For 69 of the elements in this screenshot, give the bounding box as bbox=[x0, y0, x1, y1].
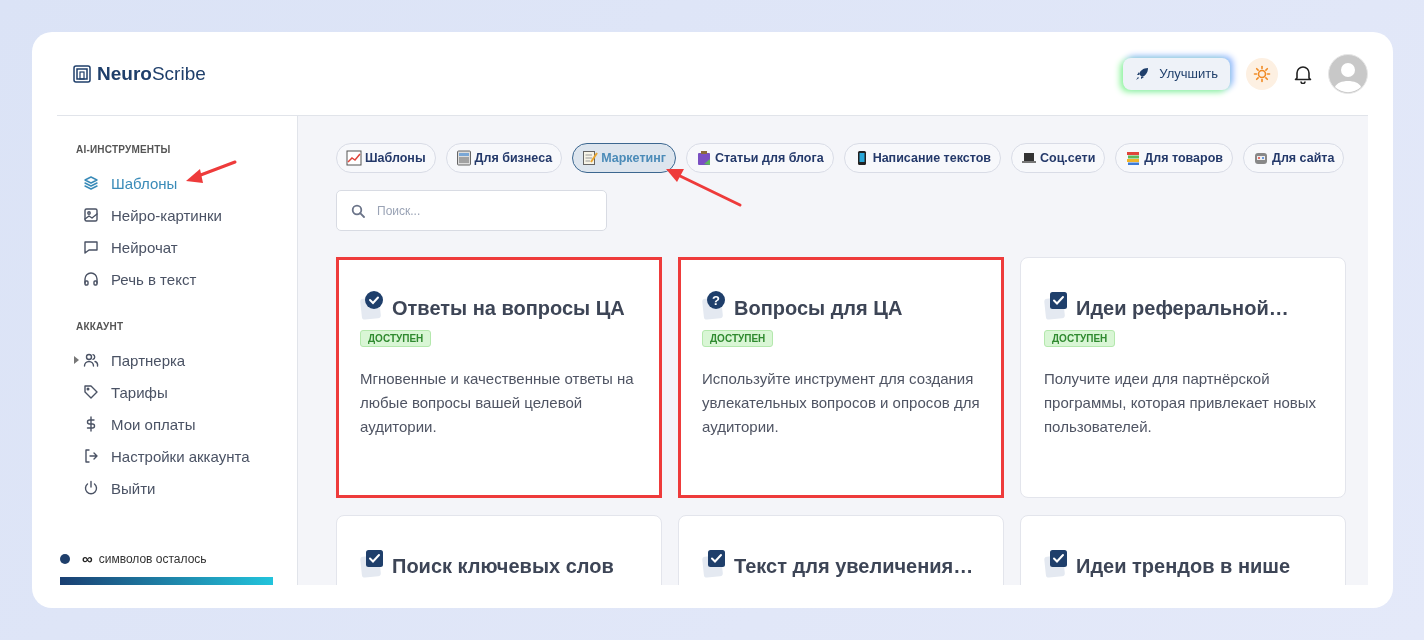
theme-toggle-button[interactable] bbox=[1246, 57, 1278, 90]
status-dot-icon bbox=[60, 553, 70, 564]
rocket-icon bbox=[1135, 66, 1150, 81]
credits-label: символов осталось bbox=[98, 551, 207, 566]
logout-icon bbox=[83, 448, 99, 464]
newspaper-icon bbox=[455, 150, 472, 166]
headphones-icon bbox=[83, 271, 99, 287]
sidebar-item[interactable]: Мои оплаты bbox=[83, 415, 196, 433]
section-heading: АККАУНТ bbox=[76, 321, 125, 332]
power-icon bbox=[83, 480, 99, 496]
category-tab[interactable]: Для сайта bbox=[1243, 143, 1345, 173]
template-card[interactable]: Ответы на вопросы ЦА ДОСТУПЕН Мгновенные и качественные ответы на любые вопросы вашей целевой аудитории. bbox=[336, 257, 662, 498]
status-badge: ДОСТУПЕН bbox=[702, 330, 774, 347]
layers-icon bbox=[83, 175, 99, 191]
credits-amount: ∞ bbox=[82, 550, 93, 567]
template-card[interactable]: ? Вопросы для ЦА ДОСТУПЕН Используйте инструмент для создания увлекательных вопросов и опросов для аудитории. bbox=[678, 257, 1004, 498]
checkmark-icon bbox=[1044, 548, 1070, 578]
checkmark-icon bbox=[1044, 290, 1070, 320]
template-card[interactable]: Текст для увеличения… bbox=[678, 515, 1004, 585]
checkmark-icon bbox=[702, 548, 728, 578]
upgrade-button[interactable]: Улучшить bbox=[1123, 57, 1230, 90]
sidebar-item[interactable]: Речь в текст bbox=[83, 270, 197, 288]
card-title: Поиск ключевых слов bbox=[392, 555, 614, 578]
category-tab[interactable]: Написание текстов bbox=[843, 143, 1001, 173]
sidebar-item[interactable]: Выйти bbox=[83, 479, 156, 497]
category-tab[interactable]: Для товаров bbox=[1115, 143, 1233, 173]
logo-icon bbox=[73, 64, 91, 83]
books-icon bbox=[1125, 150, 1142, 166]
clipboard-icon bbox=[695, 150, 712, 166]
category-tab[interactable]: Для бизнеса bbox=[445, 143, 563, 173]
logo-text: NeuroScribe bbox=[97, 62, 206, 85]
bell-icon[interactable] bbox=[1294, 63, 1312, 84]
sidebar-item[interactable]: Тарифы bbox=[83, 383, 168, 401]
card-title: Идеи реферальной… bbox=[1076, 297, 1289, 320]
tag-icon bbox=[83, 384, 99, 400]
laptop-icon bbox=[1020, 150, 1037, 166]
sidebar-item[interactable]: Настройки аккаунта bbox=[83, 447, 250, 465]
category-tab[interactable]: Шаблоны bbox=[336, 143, 436, 173]
card-description: Мгновенные и качественные ответы на любые вопросы вашей целевой аудитории. bbox=[360, 369, 635, 437]
template-card[interactable]: Идеи реферальной… ДОСТУПЕН Получите идеи для партнёрской программы, которая привлекает новых пользователей. bbox=[1020, 257, 1346, 498]
card-title: Вопросы для ЦА bbox=[734, 297, 903, 320]
sidebar-item[interactable]: Нейрочат bbox=[83, 238, 178, 256]
search-field[interactable]: Поиск... bbox=[336, 190, 607, 231]
card-title: Текст для увеличения… bbox=[734, 555, 974, 578]
card-title: Идеи трендов в нише bbox=[1076, 555, 1291, 578]
status-badge: ДОСТУПЕН bbox=[1044, 330, 1116, 347]
template-card[interactable]: Поиск ключевых слов bbox=[336, 515, 662, 585]
robot-icon bbox=[1253, 150, 1269, 166]
caret-icon[interactable] bbox=[74, 356, 79, 364]
chat-icon bbox=[83, 239, 99, 255]
card-description: Получите идеи для партнёрской программы, которая привлекает новых пользователей. bbox=[1044, 369, 1318, 437]
card-title: Ответы на вопросы ЦА bbox=[392, 297, 625, 320]
annotation-arrow bbox=[186, 160, 237, 183]
users-icon bbox=[83, 352, 99, 368]
sun-icon bbox=[1253, 64, 1271, 83]
notepad-icon bbox=[582, 150, 599, 166]
image-icon bbox=[83, 207, 99, 223]
checkmark-icon bbox=[360, 548, 386, 578]
sidebar-item[interactable]: Шаблоны bbox=[83, 174, 178, 192]
category-tab[interactable]: Статьи для блога bbox=[685, 143, 834, 173]
checkmark-icon bbox=[360, 290, 386, 320]
template-card[interactable]: Идеи трендов в нише bbox=[1020, 515, 1346, 585]
sidebar-item[interactable]: Нейро-картинки bbox=[83, 206, 222, 224]
category-tab[interactable]: Соц.сети bbox=[1010, 143, 1106, 173]
chart-icon bbox=[346, 150, 362, 166]
status-badge: ДОСТУПЕН bbox=[360, 330, 432, 347]
sidebar-item[interactable]: Партнерка bbox=[83, 351, 186, 369]
section-heading: AI-ИНСТРУМЕНТЫ bbox=[76, 144, 172, 155]
card-description: Используйте инструмент для создания увлекательных вопросов и опросов для аудитории. bbox=[702, 369, 980, 437]
